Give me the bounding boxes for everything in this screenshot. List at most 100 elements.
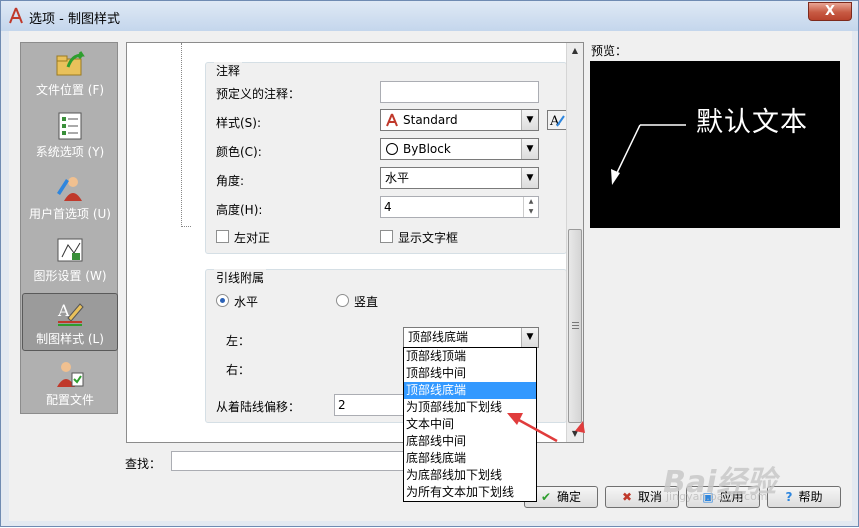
dropdown-option[interactable]: 顶部线中间 — [404, 365, 536, 382]
preview-canvas: 默认文本 — [590, 61, 840, 228]
dropdown-option[interactable]: 为底部线加下划线 — [404, 467, 536, 484]
user-pencil-icon — [57, 177, 82, 201]
style-value: Standard — [403, 113, 458, 127]
grip-line — [572, 325, 579, 326]
dropdown-option-selected[interactable]: 顶部线底端 — [404, 382, 536, 399]
angle-label: 角度: — [216, 174, 245, 188]
help-button[interactable]: ? 帮助 — [767, 486, 841, 508]
byblock-color-icon — [386, 143, 398, 155]
nav-item-graphic-settings[interactable]: 图形设置 (W) — [22, 231, 118, 289]
vertical-radio[interactable] — [336, 294, 349, 307]
left-justify-checkbox[interactable] — [216, 230, 229, 243]
find-label: 查找： — [125, 457, 162, 471]
nav-label: 用户首选项 (U) — [29, 207, 111, 221]
scroll-up-icon[interactable]: ▲ — [567, 43, 583, 59]
annotation-group-title: 注释 — [214, 62, 243, 79]
graphics-settings-icon — [57, 238, 83, 262]
dropdown-option[interactable]: 文本中间 — [404, 416, 536, 433]
left-justify-label: 左对正 — [234, 231, 271, 245]
drafting-style-icon: A — [57, 301, 84, 326]
left-attach-value: 顶部线底端 — [408, 330, 469, 344]
check-icon: ✔ — [540, 490, 552, 504]
height-label: 高度(H): — [216, 203, 263, 217]
preview-label: 预览： — [591, 44, 628, 58]
close-button[interactable]: X — [808, 2, 852, 21]
height-value: 4 — [384, 200, 392, 214]
dropdown-option[interactable]: 顶部线顶端 — [404, 348, 536, 365]
nav-item-drafting-style[interactable]: A 制图样式 (L) — [22, 293, 118, 351]
watermark-url: jingyan.baidu.com — [666, 490, 768, 503]
offset-value: 2 — [338, 398, 346, 412]
grip-line — [572, 322, 579, 323]
left-attach-dropdown-list[interactable]: 顶部线顶端 顶部线中间 顶部线底端 为顶部线加下划线 文本中间 底部线中间 底部… — [403, 347, 537, 502]
style-select[interactable]: Standard ▼ — [380, 109, 539, 131]
offset-input[interactable]: 2 — [334, 394, 404, 416]
nav-label: 文件位置 (F) — [35, 83, 105, 97]
find-input[interactable] — [171, 451, 411, 471]
nav-label: 系统选项 (Y) — [35, 145, 105, 159]
checklist-icon — [58, 112, 82, 140]
angle-select[interactable]: 水平 ▼ — [380, 167, 539, 189]
text-style-editor-button[interactable]: A — [547, 110, 567, 130]
vertical-scrollbar[interactable]: ▲ ▼ — [566, 43, 583, 442]
horizontal-radio[interactable] — [216, 294, 229, 307]
nav-item-user-preferences[interactable]: 用户首选项 (U) — [22, 169, 118, 227]
chevron-down-icon[interactable]: ▼ — [521, 328, 538, 347]
scroll-down-icon[interactable]: ▼ — [567, 426, 583, 442]
predefined-annotation-input[interactable] — [380, 81, 539, 103]
app-icon — [9, 7, 23, 24]
nav-label: 配置文件 — [45, 393, 94, 407]
height-stepper[interactable]: 4 ▲ ▼ — [380, 196, 539, 218]
vertical-label: 竖直 — [354, 295, 379, 309]
options-nav: 文件位置 (F) 系统选项 (Y) 用户首选项 (U) 图形设置 (W) A 制… — [20, 42, 118, 414]
cancel-label: 取消 — [638, 490, 663, 504]
folder-arrow-icon — [56, 51, 85, 76]
style-label: 样式(S): — [216, 116, 262, 130]
show-frame-checkbox[interactable] — [380, 230, 393, 243]
horizontal-label: 水平 — [234, 295, 259, 309]
left-attach-label: 左： — [226, 334, 251, 348]
nav-item-file-locations[interactable]: 文件位置 (F) — [22, 45, 118, 103]
color-select[interactable]: ByBlock ▼ — [380, 138, 539, 160]
help-icon: ? — [785, 490, 793, 504]
leader-group-title: 引线附属 — [214, 269, 267, 286]
left-attach-select[interactable]: 顶部线底端 ▼ — [403, 327, 539, 348]
leader-arrow-icon — [611, 124, 686, 185]
svg-text:A: A — [549, 114, 560, 129]
text-style-icon — [386, 113, 398, 127]
edit-text-style-icon: A — [549, 114, 565, 129]
nav-item-profiles[interactable]: 配置文件 — [22, 355, 118, 413]
tree-guide-line — [181, 43, 191, 227]
nav-item-system-options[interactable]: 系统选项 (Y) — [22, 107, 118, 165]
nav-label: 图形设置 (W) — [33, 269, 107, 283]
profile-icon — [57, 362, 84, 387]
color-value: ByBlock — [403, 142, 451, 156]
dropdown-option[interactable]: 底部线底端 — [404, 450, 536, 467]
dropdown-option[interactable]: 为顶部线加下划线 — [404, 399, 536, 416]
show-frame-label: 显示文字框 — [398, 231, 459, 245]
svg-text:A: A — [57, 301, 70, 320]
grip-line — [572, 328, 579, 329]
dropdown-option[interactable]: 为所有文本加下划线 — [404, 484, 536, 501]
help-label: 帮助 — [798, 490, 823, 504]
chevron-down-icon[interactable]: ▼ — [521, 168, 538, 188]
predefined-annotation-label: 预定义的注释： — [216, 87, 301, 101]
annotation-group: 注释 预定义的注释： 样式(S): Standard ▼ A 颜色(C): By… — [205, 62, 567, 254]
offset-label: 从着陆线偏移： — [216, 400, 301, 414]
spin-arrows-icon[interactable]: ▲ ▼ — [523, 197, 538, 217]
scroll-thumb[interactable] — [568, 229, 582, 423]
close-icon: X — [824, 4, 836, 19]
cross-icon: ✖ — [621, 490, 633, 504]
color-label: 颜色(C): — [216, 145, 262, 159]
ok-label: 确定 — [557, 490, 582, 504]
nav-label: 制图样式 (L) — [36, 332, 104, 346]
right-attach-label: 右： — [226, 363, 251, 377]
chevron-down-icon[interactable]: ▼ — [521, 139, 538, 159]
window-title: 选项 - 制图样式 — [29, 12, 120, 27]
chevron-down-icon[interactable]: ▼ — [521, 110, 538, 130]
preview-text: 默认文本 — [696, 107, 808, 138]
title-bar[interactable]: 选项 - 制图样式 X — [1, 1, 858, 31]
angle-value: 水平 — [385, 171, 410, 185]
options-dialog: 选项 - 制图样式 X 文件位置 (F) 系统选项 (Y) 用户首选项 (U) … — [0, 0, 859, 527]
dropdown-option[interactable]: 底部线中间 — [404, 433, 536, 450]
